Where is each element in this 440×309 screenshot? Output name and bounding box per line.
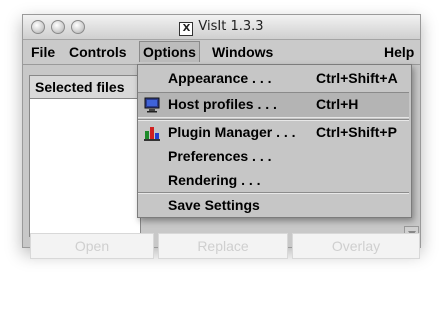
menu-item-label: Host profiles . . . xyxy=(168,96,277,112)
menu-item-shortcut: Ctrl+Shift+A xyxy=(316,70,398,86)
menu-item-save-settings[interactable]: Save Settings xyxy=(138,194,409,218)
menu-item-appearance[interactable]: Appearance . . . Ctrl+Shift+A xyxy=(138,67,409,91)
selected-files-panel[interactable]: Selected files xyxy=(29,75,141,237)
menu-item-host-profiles[interactable]: Host profiles . . . Ctrl+H xyxy=(138,92,409,118)
menu-item-label: Preferences . . . xyxy=(168,148,272,164)
selected-files-header: Selected files xyxy=(30,76,140,99)
title-bar[interactable]: X VisIt 1.3.3 xyxy=(23,15,420,40)
replace-button[interactable]: Replace xyxy=(158,233,288,259)
menu-item-label: Save Settings xyxy=(168,197,260,213)
menu-windows[interactable]: Windows xyxy=(209,42,276,62)
file-action-buttons: Open Replace Overlay xyxy=(30,233,440,293)
options-dropdown-menu: Appearance . . . Ctrl+Shift+A Host profi… xyxy=(137,64,412,218)
menu-options[interactable]: Options xyxy=(139,41,200,62)
menu-item-shortcut: Ctrl+Shift+P xyxy=(316,124,397,140)
menu-item-label: Appearance . . . xyxy=(168,70,272,86)
menu-item-label: Rendering . . . xyxy=(168,172,261,188)
menu-item-preferences[interactable]: Preferences . . . xyxy=(138,145,409,169)
overlay-button[interactable]: Overlay xyxy=(292,233,420,259)
open-button[interactable]: Open xyxy=(30,233,154,259)
menu-bar: File Controls Options Windows Help xyxy=(23,40,420,65)
menu-item-plugin-manager[interactable]: Plugin Manager . . . Ctrl+Shift+P xyxy=(138,121,409,145)
monitor-icon xyxy=(144,97,160,113)
x11-icon: X xyxy=(179,22,194,36)
menu-item-rendering[interactable]: Rendering . . . xyxy=(138,169,409,193)
menu-help[interactable]: Help xyxy=(381,42,417,62)
menu-file[interactable]: File xyxy=(28,42,58,62)
menu-item-shortcut: Ctrl+H xyxy=(316,96,359,112)
menu-controls[interactable]: Controls xyxy=(66,42,130,62)
window-title: VisIt 1.3.3 xyxy=(198,19,264,34)
menu-item-label: Plugin Manager . . . xyxy=(168,124,296,140)
plugin-icon xyxy=(144,125,160,141)
